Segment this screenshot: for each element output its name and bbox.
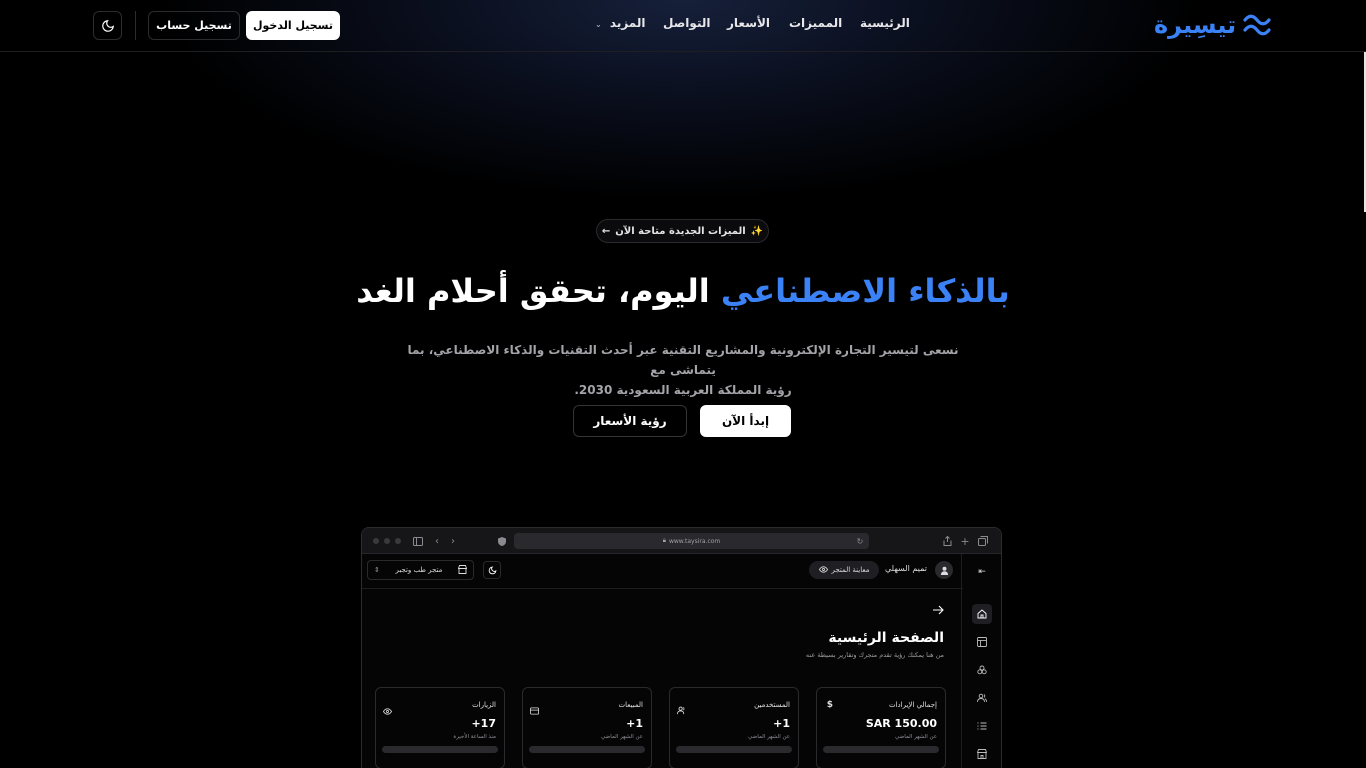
address-bar: 🔒︎ www.taysira.com (514, 533, 869, 549)
store-icon (972, 744, 992, 764)
url-text: www.taysira.com (668, 537, 721, 545)
stat-card-users: المستخدمين +1 عن الشهر الماضي (669, 687, 799, 768)
arrow-right-icon (932, 601, 944, 615)
sidebar-toggle-icon (412, 535, 424, 547)
dashboard-preview-mockup: ‹ › 🔒︎ www.taysira.com ↻ + متجر طب وتجبر… (361, 527, 1002, 768)
nav-home[interactable]: الرئيسية (860, 16, 910, 30)
eye-icon (818, 565, 828, 575)
browser-chrome: ‹ › 🔒︎ www.taysira.com ↻ + (362, 528, 1001, 554)
products-icon (972, 660, 992, 680)
stat-value: +1 (626, 717, 643, 730)
users-icon (676, 700, 686, 715)
page-subtitle: من هنا يمكنك رؤية تقدم متجرك وتقارير بسي… (805, 651, 944, 659)
collapse-icon: ⇤ (978, 567, 986, 577)
view-prices-button[interactable]: رؤية الأسعار (573, 405, 687, 437)
lock-icon: 🔒︎ (662, 537, 666, 544)
stat-note: عن الشهر الماضي (748, 734, 790, 740)
sparkle-icon: ✨ (750, 225, 764, 237)
stat-card-visits: الزيارات +17 منذ الساعة الأخيرة (375, 687, 505, 768)
stat-bar (823, 746, 939, 753)
page-title: الصفحة الرئيسية (828, 630, 944, 646)
window-dot (384, 538, 390, 544)
badge-text: الميزات الجديدة متاحة الآن (615, 225, 746, 237)
mockup-theme-toggle (483, 561, 501, 579)
logo-text: تيسِيرة (1154, 11, 1237, 39)
hero-subtitle: نسعى لتيسير التجارة الإلكترونية والمشاري… (383, 340, 983, 400)
tabs-icon (977, 535, 989, 547)
forward-icon: › (451, 535, 455, 547)
site-logo[interactable]: تيسِيرة (1154, 8, 1286, 42)
nav-more[interactable]: المزيد ⌄ (595, 16, 645, 30)
users-icon (972, 688, 992, 708)
list-icon (972, 716, 992, 736)
store-icon (457, 564, 468, 576)
nav-prices[interactable]: الأسعار (727, 16, 770, 30)
stat-label: الزيارات (472, 701, 496, 709)
arrow-left-icon: ← (601, 225, 611, 237)
start-now-button[interactable]: إبدأ الآن (700, 405, 791, 437)
chevron-down-icon: ⌄ (595, 20, 602, 29)
avatar (935, 561, 953, 579)
subtitle-line-1: نسعى لتيسير التجارة الإلكترونية والمشاري… (407, 343, 959, 377)
stat-bar (382, 746, 498, 753)
nav-contact[interactable]: التواصل (663, 16, 710, 30)
reload-icon: ↻ (856, 536, 864, 546)
moon-icon (488, 566, 496, 574)
window-dot (373, 538, 379, 544)
nav-features[interactable]: المميزات (789, 16, 842, 30)
home-icon (972, 604, 992, 624)
headline-highlight: بالذكاء الاصطناعي (720, 272, 1010, 310)
nav-more-label: المزيد (609, 16, 646, 30)
stat-label: إجمالي الإيرادات (889, 701, 937, 709)
share-icon (941, 535, 953, 547)
stat-card-sales: المبيعات +1 عن الشهر الماضي (522, 687, 652, 768)
window-dot (395, 538, 401, 544)
store-name: متجر طب وتجبر (395, 566, 443, 574)
stat-value: +1 (773, 717, 790, 730)
user-icon (940, 566, 948, 575)
logo-mark-icon (1243, 14, 1271, 36)
subtitle-line-2: رؤية المملكة العربية السعودية 2030. (574, 383, 792, 397)
card-icon (529, 700, 539, 715)
eye-icon (382, 700, 393, 715)
dashboard-topbar: متجر طب وتجبر ⇕ معاينة المتجر تميم السهل… (362, 554, 963, 589)
stat-note: عن الشهر الماضي (601, 734, 643, 740)
site-header: تسجيل حساب تسجيل الدخول المزيد ⌄ التواصل… (0, 0, 1366, 52)
stat-value: +17 (471, 717, 496, 730)
store-selector: متجر طب وتجبر ⇕ (367, 560, 474, 580)
stat-card-revenue: إجمالي الإيرادات $ SAR 150.00 عن الشهر ا… (816, 687, 946, 768)
new-tab-icon: + (960, 534, 970, 548)
dollar-icon: $ (826, 700, 833, 710)
stat-note: عن الشهر الماضي (895, 734, 937, 740)
back-icon: ‹ (435, 535, 439, 547)
stat-bar (529, 746, 645, 753)
dashboard-sidebar: ⇤ (961, 554, 1001, 768)
stat-label: المستخدمين (754, 701, 790, 709)
headline-rest: اليوم، تحقق أحلام الغد (356, 272, 710, 310)
chevron-updown-icon: ⇕ (374, 566, 380, 574)
shield-icon (496, 535, 508, 547)
store-preview-button: معاينة المتجر (809, 561, 879, 579)
user-name: تميم السهلي (885, 564, 927, 573)
stat-bar (676, 746, 792, 753)
stat-value: SAR 150.00 (865, 717, 937, 730)
store-preview-label: معاينة المتجر (831, 566, 870, 574)
stat-label: المبيعات (618, 701, 643, 709)
hero-headline: بالذكاء الاصطناعي اليوم، تحقق أحلام الغد (300, 268, 1066, 314)
new-features-badge[interactable]: ✨ الميزات الجديدة متاحة الآن ← (596, 219, 769, 243)
layout-icon (972, 632, 992, 652)
stat-note: منذ الساعة الأخيرة (453, 734, 496, 740)
